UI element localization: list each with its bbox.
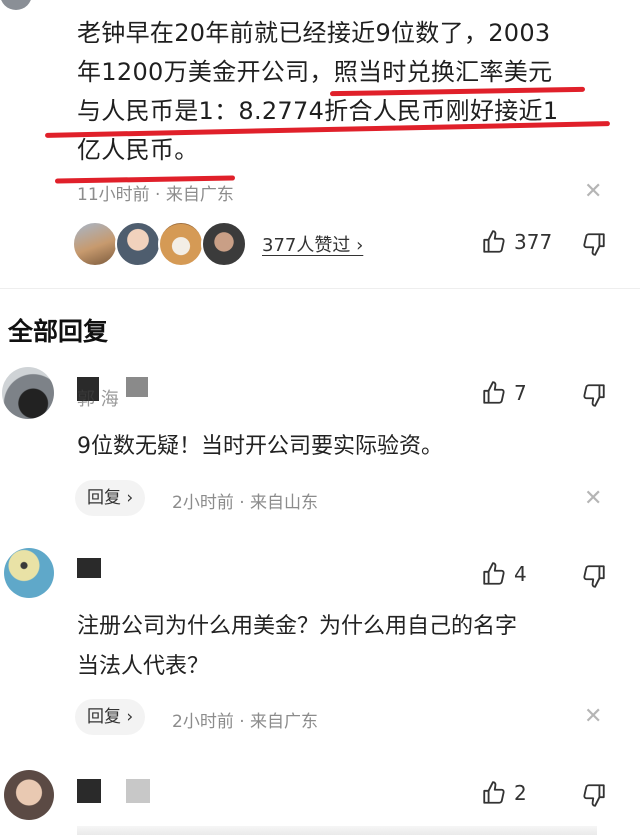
liked-by-link[interactable]: 377人赞过 ›	[262, 231, 363, 257]
liker-avatar-2[interactable]	[115, 221, 161, 267]
reply-2-meta: 2小时前 · 来自广东	[172, 712, 319, 732]
thumbs-up-icon[interactable]	[481, 229, 507, 255]
thumbs-up-icon[interactable]	[481, 780, 507, 806]
thumbs-down-icon[interactable]	[581, 782, 607, 808]
reply-2-text-line-2: 当法人代表？	[77, 654, 210, 679]
comment-line-1: 老钟早在20年前就已经接近9位数了，2003	[77, 19, 551, 47]
reply-3-username-blur	[126, 779, 150, 803]
thumbs-up-icon[interactable]	[481, 380, 507, 406]
section-divider	[0, 288, 640, 289]
thumbs-up-icon[interactable]	[481, 561, 507, 587]
reply-1-like-count: 7	[514, 381, 527, 405]
reply-3-username-redacted	[77, 779, 101, 803]
comment-line-2: 年1200万美金开公司，照当时兑换汇率美元	[77, 53, 552, 92]
comment-line-2a: 年1200万美金开公司，	[77, 58, 334, 86]
top-avatar-partial[interactable]	[0, 0, 32, 10]
reply-3-like-count: 2	[514, 781, 527, 805]
section-title: 全部回复	[8, 317, 109, 346]
reply-2-reply-button[interactable]: 回复 ›	[75, 699, 146, 735]
close-icon[interactable]: ✕	[584, 488, 602, 510]
reply-2-avatar[interactable]	[4, 548, 54, 598]
top-comment-meta: 11小时前 · 来自广东	[77, 185, 234, 205]
reply-1-text: 9位数无疑！当时开公司要实际验资。	[77, 434, 443, 459]
cut-off-content	[77, 826, 597, 835]
thumbs-down-icon[interactable]	[581, 382, 607, 408]
thumbs-down-icon[interactable]	[581, 231, 607, 257]
liker-avatar-3[interactable]	[158, 221, 204, 267]
liker-avatar-1[interactable]	[72, 221, 118, 267]
reply-1-username-blur	[126, 377, 148, 397]
close-icon[interactable]: ✕	[584, 706, 602, 728]
close-icon[interactable]: ✕	[584, 181, 602, 203]
liker-avatar-4[interactable]	[201, 221, 247, 267]
reply-3-avatar[interactable]	[4, 770, 54, 820]
reply-1-reply-button[interactable]: 回复 ›	[75, 480, 146, 516]
reply-1-username[interactable]: 郭 海	[77, 385, 119, 411]
reply-2-text-line-1: 注册公司为什么用美金？为什么用自己的名字	[77, 614, 518, 639]
reply-2-username-redacted	[77, 558, 101, 578]
reply-2-like-count: 4	[514, 562, 527, 586]
like-count: 377	[514, 230, 553, 254]
comment-line-2b: 照当时兑换汇率美元	[333, 58, 553, 86]
reply-1-meta: 2小时前 · 来自山东	[172, 493, 319, 513]
thumbs-down-icon[interactable]	[581, 563, 607, 589]
reply-1-avatar[interactable]	[2, 367, 54, 419]
